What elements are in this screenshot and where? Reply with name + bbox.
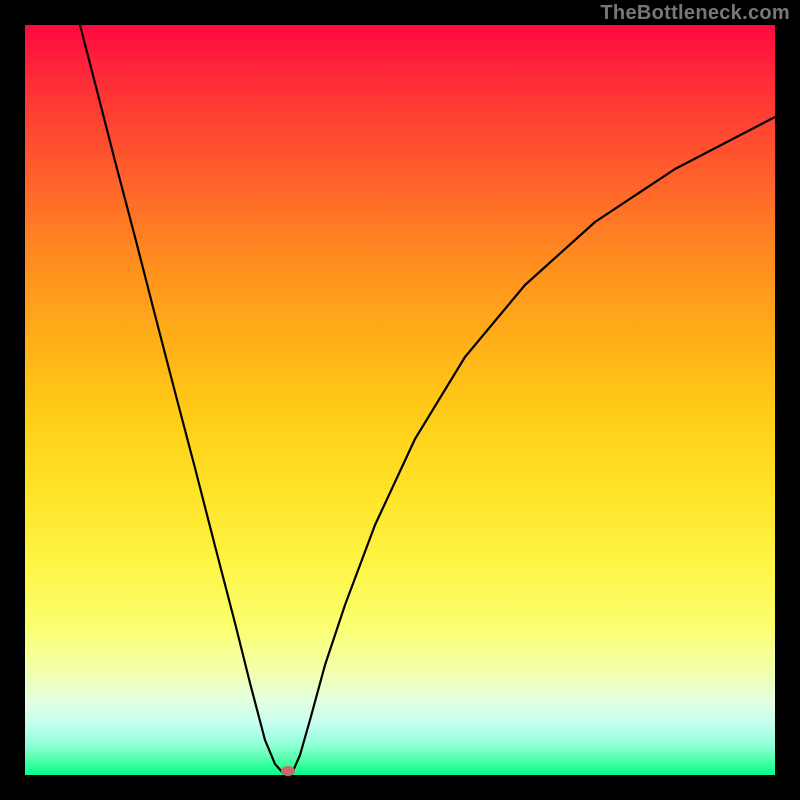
curve-svg	[25, 25, 775, 775]
watermark-text: TheBottleneck.com	[600, 2, 790, 25]
min-point-marker	[281, 766, 295, 776]
chart-frame: TheBottleneck.com	[0, 0, 800, 800]
plot-area	[25, 25, 775, 775]
bottleneck-curve	[80, 25, 775, 775]
